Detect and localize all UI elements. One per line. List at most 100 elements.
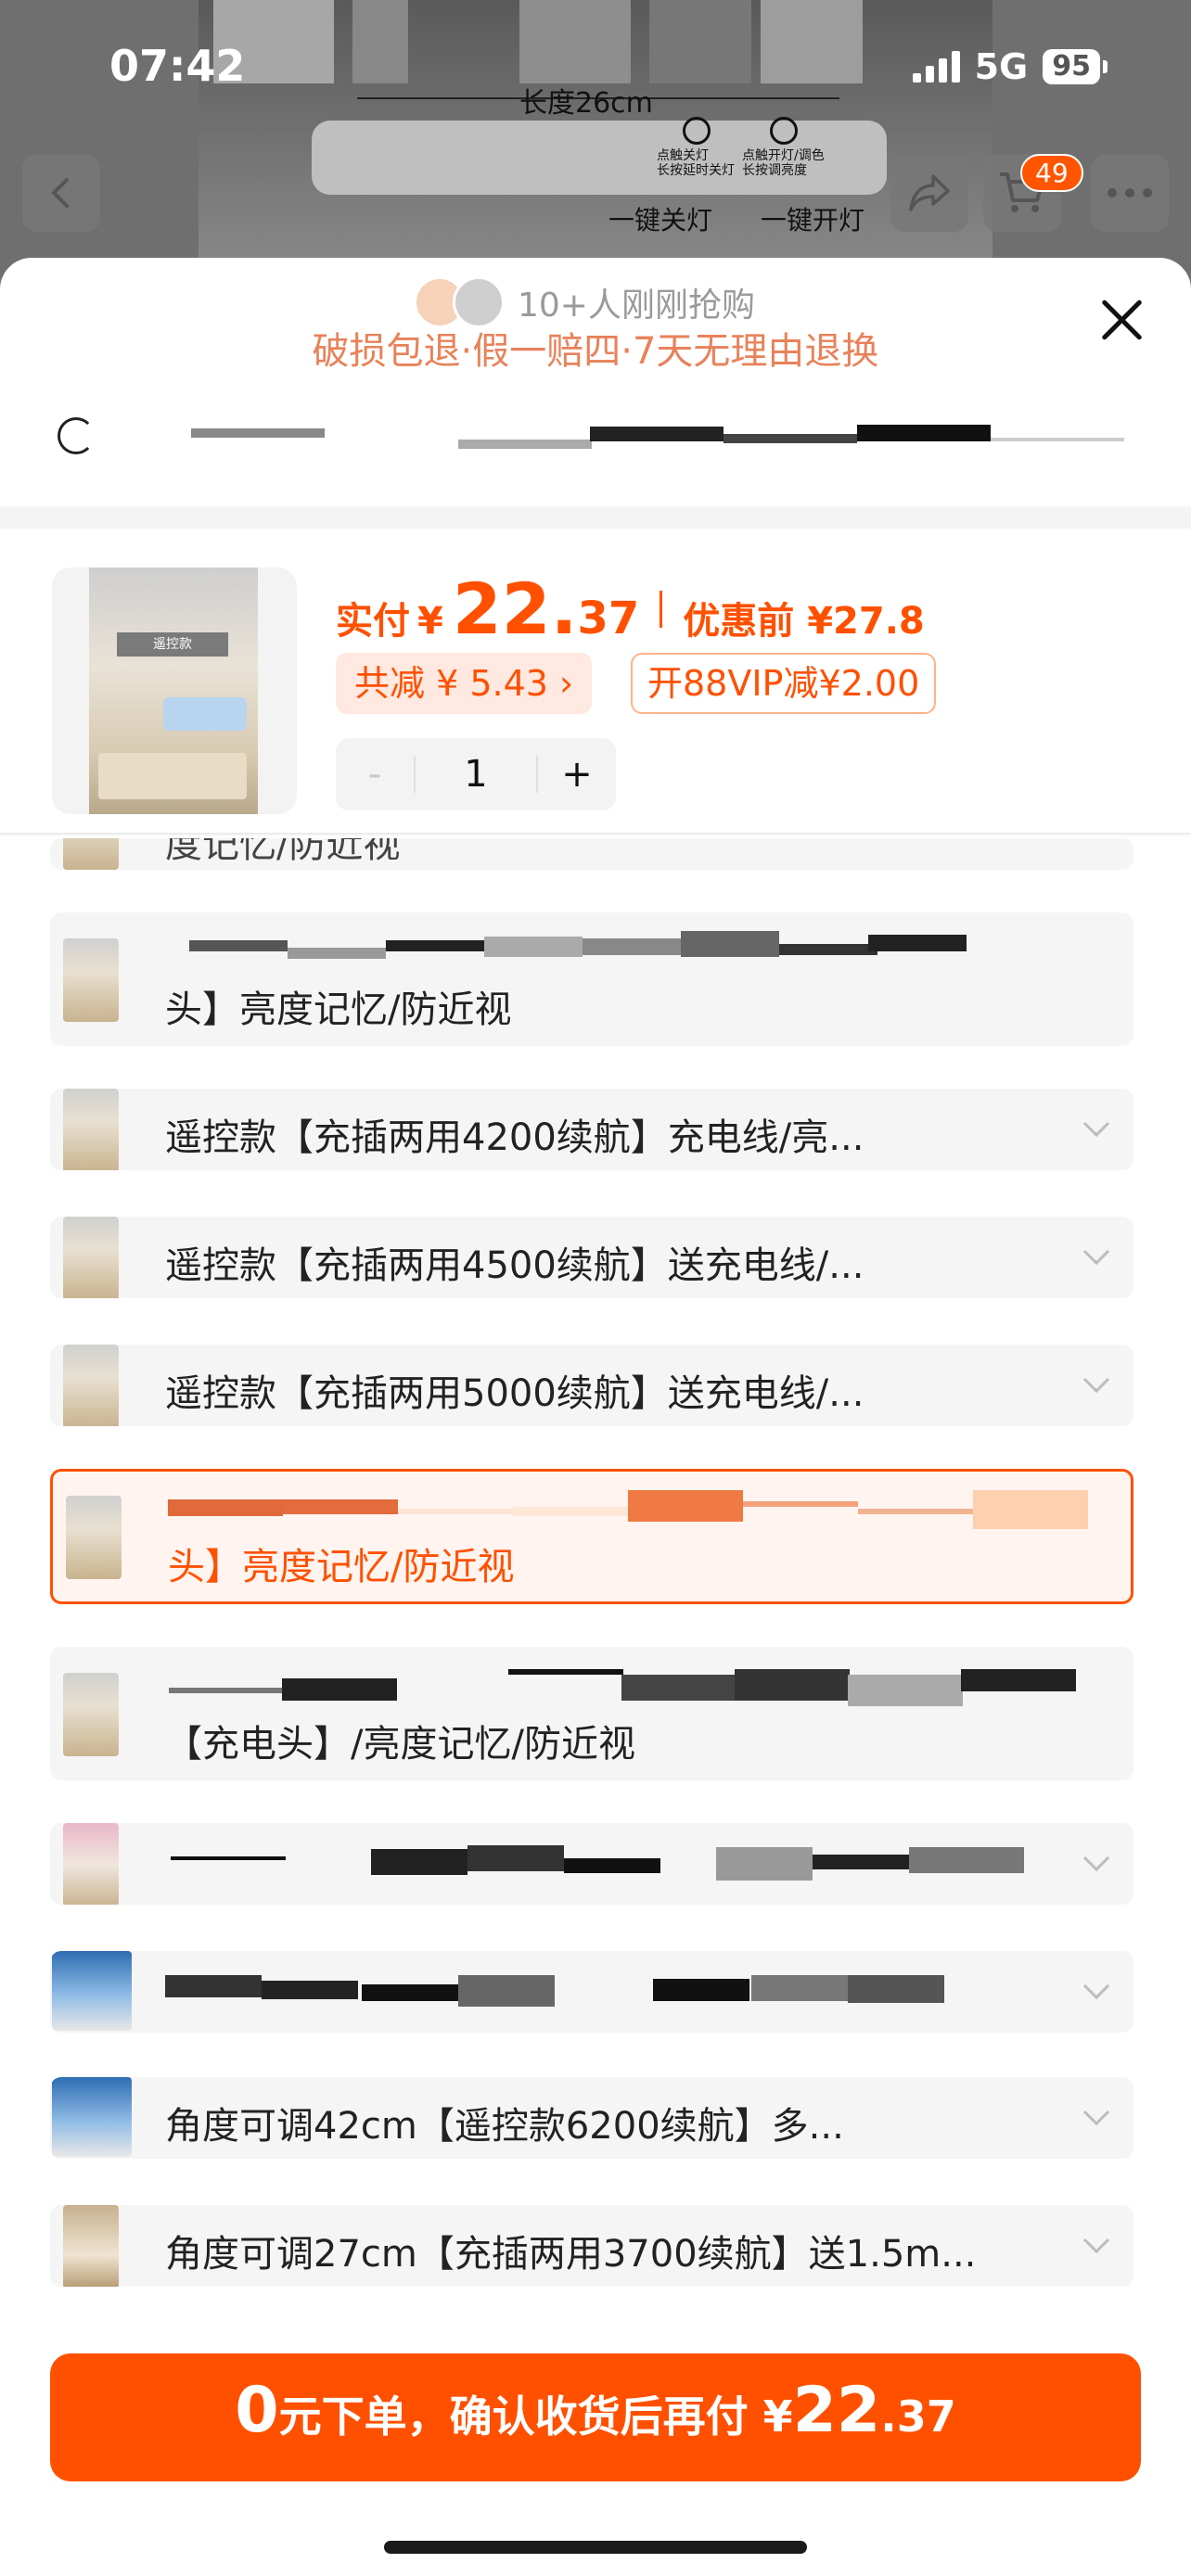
redacted-text <box>283 1499 398 1514</box>
discount-button[interactable]: 共减 ¥ 5.43 › <box>336 653 593 714</box>
thumbnail-tag: 遥控款 <box>117 632 228 657</box>
redacted-text <box>467 1845 564 1871</box>
chevron-down-icon <box>1082 2098 1110 2126</box>
sku-option-thumbnail <box>63 1089 119 1170</box>
redacted-text <box>653 1979 749 2001</box>
sku-option[interactable]: 头】亮度记忆/防近视 <box>50 912 1133 1046</box>
sku-option[interactable] <box>50 1823 1133 1905</box>
redacted-text <box>508 1669 623 1675</box>
redacted-text <box>716 1847 813 1881</box>
status-icons: 5G 95 <box>912 46 1108 87</box>
sku-option-selected[interactable]: 头】亮度记忆/防近视 <box>50 1469 1133 1604</box>
vip-discount-button[interactable]: 开88VIP减¥2.00 <box>631 653 937 714</box>
sku-option-thumbnail <box>52 1951 132 2031</box>
redacted-text <box>743 1501 858 1507</box>
back-button[interactable] <box>22 154 100 232</box>
share-icon <box>909 174 950 211</box>
price-integer: 22. <box>452 567 578 650</box>
cta-price-integer: 22 <box>792 2374 881 2447</box>
power-left-label-line: 长按延时关灯 <box>657 163 735 178</box>
sku-option-thumbnail <box>63 1673 119 1756</box>
chevron-down-icon <box>1082 1238 1110 1266</box>
redacted-text <box>171 1856 286 1860</box>
sku-option[interactable]: 【充电头】/亮度记忆/防近视 <box>50 1647 1133 1780</box>
sku-option-label: 角度可调27cm【充插两用3700续航】送1.5m... <box>165 2233 977 2276</box>
redacted-text <box>371 1849 467 1875</box>
redacted-text <box>724 434 857 443</box>
redacted-text <box>681 931 779 957</box>
redacted-text <box>282 1678 397 1701</box>
battery-tip <box>1103 60 1108 73</box>
redacted-text <box>735 1669 850 1701</box>
sku-option-thumbnail <box>52 2077 132 2157</box>
chevron-down-icon <box>1082 1110 1110 1138</box>
price-decimal: 37 <box>577 593 640 644</box>
cta-price-decimal: .37 <box>880 2391 956 2442</box>
power-right-label: 点触开灯/调色 长按调亮度 <box>742 148 825 178</box>
quantity-value[interactable]: 1 <box>414 756 538 793</box>
redacted-text <box>909 1847 1024 1873</box>
sku-option-thumbnail <box>66 1496 122 1579</box>
redacted-text <box>583 938 681 955</box>
redacted-text <box>628 1490 743 1522</box>
guarantee-text: 破损包退·假一赔四·7天无理由退换 <box>312 330 879 373</box>
section-divider <box>0 506 1191 529</box>
power-left-label-line: 点触关灯 <box>657 148 709 163</box>
sku-option-thumbnail <box>63 938 119 1022</box>
sku-option-label: 角度可调42cm【遥控款6200续航】多... <box>165 2105 844 2148</box>
more-button[interactable] <box>1091 154 1169 232</box>
power-right-label-line: 长按调亮度 <box>742 163 807 178</box>
redacted-text <box>779 944 877 955</box>
sku-option[interactable]: 遥控款【充插两用4200续航】充电线/亮... <box>50 1089 1133 1170</box>
sku-option-label: 遥控款【充插两用4200续航】充电线/亮... <box>165 1116 864 1159</box>
product-thumbnail[interactable]: 遥控款 <box>52 567 297 814</box>
redacted-text <box>590 427 724 441</box>
sku-option-thumbnail <box>63 1217 119 1298</box>
chevron-down-icon <box>1082 2226 1110 2254</box>
quantity-stepper: - 1 + <box>336 738 616 810</box>
share-button[interactable] <box>890 154 968 232</box>
place-order-button[interactable]: 0 元下单，确认收货后再付 ¥ 22 .37 <box>50 2353 1141 2481</box>
sku-option[interactable] <box>50 1951 1133 2033</box>
bg-book <box>352 0 408 83</box>
redacted-text <box>168 1499 283 1516</box>
decrease-quantity-button[interactable]: - <box>336 753 414 796</box>
redacted-text <box>458 440 592 449</box>
sku-option-label: 头】亮度记忆/防近视 <box>168 1546 515 1588</box>
battery-icon: 95 <box>1043 49 1108 84</box>
thumbnail-book <box>98 753 247 799</box>
redacted-text <box>362 1984 458 2001</box>
location-icon <box>58 417 95 454</box>
redacted-text <box>288 948 386 959</box>
redacted-text <box>973 1490 1088 1529</box>
increase-quantity-button[interactable]: + <box>538 753 616 796</box>
sku-option[interactable]: 遥控款【充插两用4500续航】送充电线/... <box>50 1217 1133 1298</box>
chevron-left-icon <box>51 178 69 208</box>
redacted-text <box>165 1975 262 1997</box>
chevron-down-icon <box>1082 1972 1110 2000</box>
price-line: 实付 ¥ 22. 37 优惠前 ¥27.8 <box>336 567 925 650</box>
close-icon[interactable] <box>1098 297 1145 343</box>
redacted-text <box>991 438 1124 441</box>
header-divider <box>0 833 1191 836</box>
chevron-down-icon <box>1082 1844 1110 1872</box>
sku-option-thumbnail <box>63 1823 119 1905</box>
power-icon <box>683 117 711 145</box>
sku-option[interactable]: 度记忆/防近视 <box>50 838 1133 870</box>
redacted-text <box>857 425 991 441</box>
redacted-text <box>458 1975 555 2007</box>
battery-level: 95 <box>1043 49 1100 84</box>
redacted-text <box>386 940 484 951</box>
redacted-text <box>564 1858 660 1873</box>
redacted-text <box>513 1507 628 1516</box>
sku-option[interactable]: 角度可调42cm【遥控款6200续航】多... <box>50 2077 1133 2159</box>
sku-option[interactable]: 遥控款【充插两用5000续航】送充电线/... <box>50 1345 1133 1426</box>
bg-book <box>649 0 751 83</box>
bg-book <box>519 0 631 83</box>
signal-icon <box>912 51 960 83</box>
sku-option[interactable]: 角度可调27cm【充插两用3700续航】送1.5m... <box>50 2205 1133 2287</box>
more-dots-icon <box>1108 188 1152 198</box>
network-label: 5G <box>974 46 1029 87</box>
sku-option-thumbnail <box>63 1345 119 1426</box>
sku-option-thumbnail <box>63 2205 119 2287</box>
